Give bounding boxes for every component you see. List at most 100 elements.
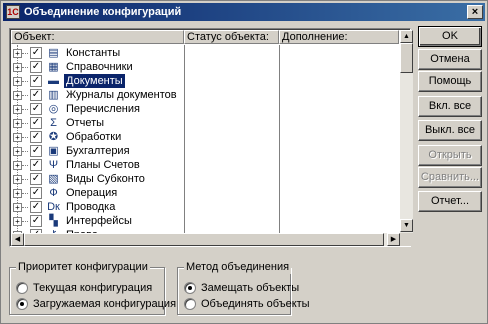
tree-row[interactable]: + ✓ ▧ Виды Субконто: [11, 172, 186, 186]
title-bar[interactable]: 1C Объединение конфигураций ×: [3, 3, 485, 21]
constants-icon: ▤: [48, 47, 59, 59]
tree-item-label[interactable]: Интерфейсы: [64, 214, 134, 228]
tree-item-label[interactable]: Отчеты: [64, 116, 106, 130]
tree-row[interactable]: + ✓ ▤ Константы: [11, 46, 186, 60]
tree-item-checkbox[interactable]: ✓: [30, 47, 42, 59]
expand-icon[interactable]: +: [13, 147, 22, 156]
column-header-object[interactable]: Объект:: [11, 30, 184, 44]
tree-item-checkbox[interactable]: ✓: [30, 75, 42, 87]
expand-icon[interactable]: +: [13, 105, 22, 114]
tree-connector: [22, 221, 28, 222]
tree-item-label[interactable]: Виды Субконто: [64, 172, 147, 186]
tree-item-label[interactable]: Планы Счетов: [64, 158, 142, 172]
expand-icon[interactable]: +: [13, 175, 22, 184]
tree-item-label[interactable]: Документы: [63, 73, 126, 89]
tree-item-checkbox[interactable]: ✓: [30, 89, 42, 101]
tree-item-checkbox[interactable]: ✓: [30, 117, 42, 129]
vertical-scroll-thumb[interactable]: [400, 43, 413, 73]
app-icon: 1C: [6, 5, 20, 19]
radio-current-config[interactable]: Текущая конфигурация: [16, 281, 152, 295]
tree-row[interactable]: + ✓ ▦ Справочники: [11, 60, 186, 74]
tree-row[interactable]: + ✓ ✪ Обработки: [11, 130, 186, 144]
tree-row[interactable]: + ✓ Σ Отчеты: [11, 116, 186, 130]
radio-label: Замещать объекты: [201, 282, 300, 294]
disable-all-button[interactable]: Выкл. все: [418, 120, 482, 141]
vertical-scrollbar[interactable]: ▲ ▼: [400, 30, 413, 233]
radio-loaded-config[interactable]: Загружаемая конфигурация: [16, 297, 176, 311]
expand-icon[interactable]: +: [13, 133, 22, 142]
tree-connector: [22, 95, 28, 96]
help-button[interactable]: Помощь: [418, 71, 482, 92]
close-button[interactable]: ×: [467, 5, 483, 19]
tree-item-label[interactable]: Операция: [64, 186, 119, 200]
tree-item-label[interactable]: Обработки: [64, 130, 123, 144]
tree-item-checkbox[interactable]: ✓: [30, 103, 42, 115]
merge-method-group: Метод объединения Замещать объекты Объед…: [177, 260, 310, 315]
expand-icon[interactable]: +: [13, 63, 22, 72]
accounting-icon: ▣: [48, 145, 59, 157]
tree-item-checkbox[interactable]: ✓: [30, 187, 42, 199]
horizontal-scrollbar[interactable]: ◀ ▶: [11, 233, 401, 246]
scroll-left-icon[interactable]: ◀: [11, 233, 24, 246]
enable-all-button[interactable]: Вкл. все: [418, 96, 482, 117]
tree-row[interactable]: + ✓ ▥ Журналы документов: [11, 88, 186, 102]
tree-row[interactable]: + ✓ ▣ Бухгалтерия: [11, 144, 186, 158]
window-title: Объединение конфигураций: [24, 6, 182, 18]
objects-tree-list: Объект: Статус объекта: Дополнение: + ✓ ▤ К…: [9, 28, 413, 247]
tree-item-checkbox[interactable]: ✓: [30, 131, 42, 143]
scroll-down-icon[interactable]: ▼: [400, 219, 413, 232]
horizontal-scroll-thumb[interactable]: [24, 233, 384, 246]
expand-icon[interactable]: +: [13, 189, 22, 198]
scroll-right-icon[interactable]: ▶: [387, 233, 400, 246]
radio-icon[interactable]: [184, 282, 196, 294]
cancel-button[interactable]: Отмена: [418, 49, 482, 70]
compare-button[interactable]: Сравнить...: [418, 167, 482, 188]
tree-item-label[interactable]: Проводка: [64, 200, 117, 214]
enum-icon: ◎: [48, 103, 59, 115]
radio-icon[interactable]: [16, 298, 28, 310]
radio-icon[interactable]: [184, 298, 196, 310]
scroll-up-icon[interactable]: ▲: [400, 30, 413, 43]
open-button[interactable]: Открыть: [418, 145, 482, 166]
expand-icon[interactable]: +: [13, 119, 22, 128]
tree-rows: + ✓ ▤ Константы + ✓ ▦ Справочники + ✓ ▬ Документы + ✓…: [11, 45, 401, 233]
tree-row[interactable]: + ✓ Dк Проводка: [11, 200, 186, 214]
tree-row[interactable]: + ✓ ◎ Перечисления: [11, 102, 186, 116]
column-header-status[interactable]: Статус объекта:: [184, 30, 279, 44]
radio-merge-objects[interactable]: Объединять объекты: [184, 297, 310, 311]
expand-icon[interactable]: +: [13, 161, 22, 170]
tree-row[interactable]: + ✓ Ψ Планы Счетов: [11, 158, 186, 172]
radio-replace-objects[interactable]: Замещать объекты: [184, 281, 299, 295]
merge-configurations-dialog: 1C Объединение конфигураций × Объект: Ст…: [0, 0, 488, 324]
report-icon: Σ: [50, 117, 57, 129]
tree-connector: [22, 67, 28, 68]
tree-item-label[interactable]: Бухгалтерия: [64, 144, 132, 158]
tree-row[interactable]: + ✓ ▚ Интерфейсы: [11, 214, 186, 228]
tree-row[interactable]: + ✓ ▬ Документы: [11, 73, 186, 89]
expand-icon[interactable]: +: [13, 91, 22, 100]
tree-connector: [22, 165, 28, 166]
tree-item-checkbox[interactable]: ✓: [30, 159, 42, 171]
tree-item-checkbox[interactable]: ✓: [30, 173, 42, 185]
tree-item-label[interactable]: Справочники: [64, 60, 135, 74]
expand-icon[interactable]: +: [13, 49, 22, 58]
tree-item-label[interactable]: Константы: [64, 46, 122, 60]
report-button[interactable]: Отчет...: [418, 191, 482, 212]
merge-method-group-title: Метод объединения: [184, 260, 292, 274]
expand-icon[interactable]: +: [13, 203, 22, 212]
column-header-addition[interactable]: Дополнение:: [279, 30, 399, 44]
tree-row[interactable]: + ✓ Ф Операция: [11, 186, 186, 200]
tree-item-checkbox[interactable]: ✓: [30, 215, 42, 227]
expand-icon[interactable]: +: [13, 77, 22, 86]
processing-icon: ✪: [48, 131, 59, 143]
tree-item-label[interactable]: Перечисления: [64, 102, 142, 116]
radio-icon[interactable]: [16, 282, 28, 294]
tree-item-checkbox[interactable]: ✓: [30, 201, 42, 213]
tree-item-label[interactable]: Журналы документов: [64, 88, 179, 102]
priority-group-title: Приоритет конфигурации: [16, 260, 150, 274]
tree-item-checkbox[interactable]: ✓: [30, 145, 42, 157]
tree-item-checkbox[interactable]: ✓: [30, 61, 42, 73]
expand-icon[interactable]: +: [13, 217, 22, 226]
ok-button[interactable]: OK: [418, 26, 482, 47]
interface-icon: ▚: [49, 215, 58, 227]
